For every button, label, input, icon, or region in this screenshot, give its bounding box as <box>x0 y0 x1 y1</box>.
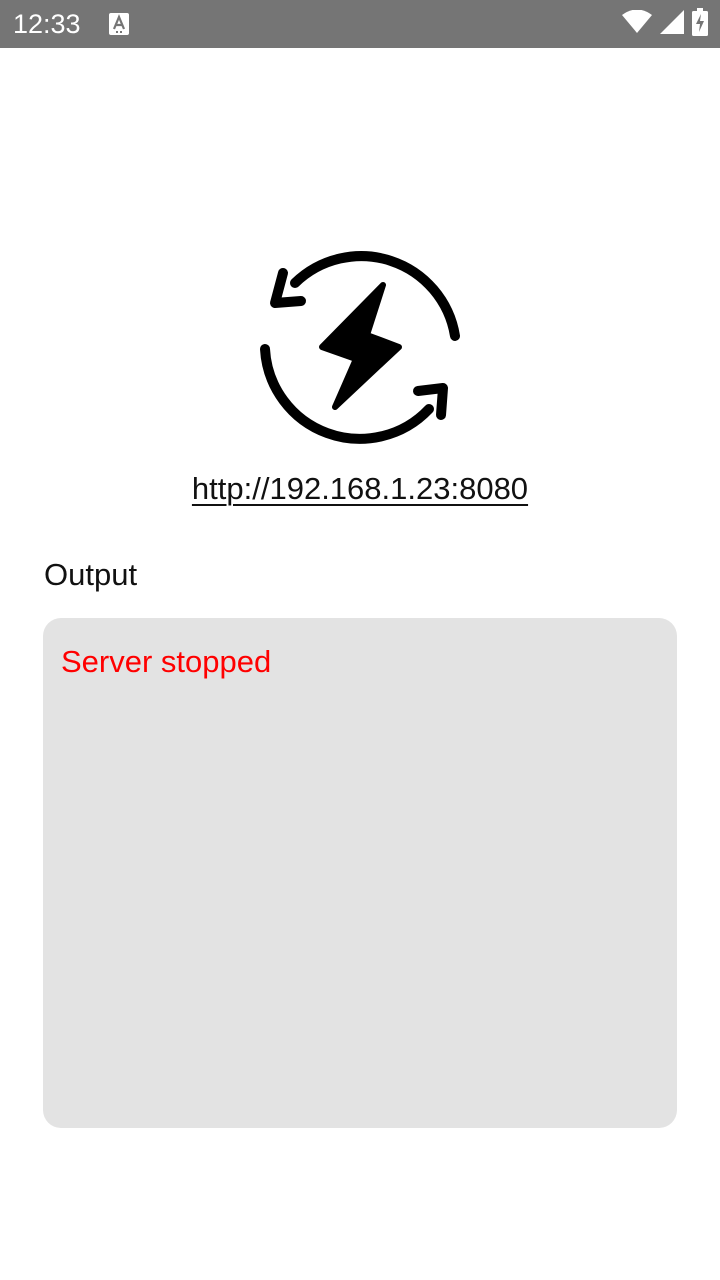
text-notification-icon <box>109 13 129 35</box>
status-bar: 12:33 <box>0 0 720 48</box>
sync-lightning-icon <box>255 243 465 453</box>
status-time: 12:33 <box>13 9 81 39</box>
status-icons <box>622 7 708 41</box>
server-url-link[interactable]: http://192.168.1.23:8080 <box>0 468 720 510</box>
battery-charging-icon <box>692 7 708 41</box>
wifi-icon <box>622 9 652 39</box>
output-log-text: Server stopped <box>61 644 272 679</box>
output-label: Output <box>44 557 138 592</box>
output-panel: Server stopped <box>43 618 677 1128</box>
cellular-signal-icon <box>660 9 684 39</box>
